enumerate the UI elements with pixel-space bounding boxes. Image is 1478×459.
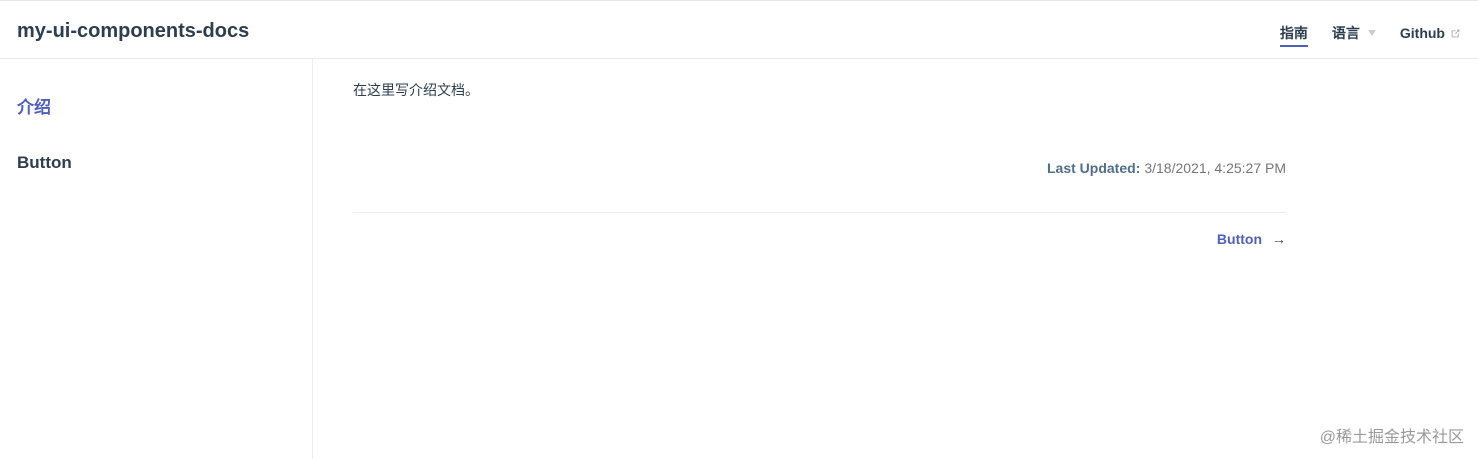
nav-language-dropdown[interactable]: 语言 (1332, 21, 1376, 45)
arrow-right-icon: → (1272, 231, 1286, 247)
nav-guide-label: 指南 (1279, 25, 1308, 41)
sidebar: 介绍 Button (0, 59, 313, 459)
sidebar-item-intro[interactable]: 介绍 (17, 93, 51, 118)
intro-paragraph: 在这里写介绍文档。 (353, 82, 479, 98)
sidebar-item-button[interactable]: Button (17, 153, 72, 173)
top-navbar: my-ui-components-docs 指南 语言 Github (0, 0, 1478, 59)
next-page-link[interactable]: Button → (1217, 231, 1286, 247)
last-updated: Last Updated: 3/18/2021, 4:25:27 PM (1047, 160, 1286, 176)
external-link-icon (1450, 28, 1461, 39)
divider (353, 212, 1286, 213)
nav-guide-link[interactable]: 指南 (1279, 21, 1308, 47)
next-page-label: Button (1216, 231, 1262, 247)
nav-links: 指南 语言 Github (1256, 21, 1461, 47)
last-updated-label: Last Updated: (1046, 160, 1141, 176)
last-updated-time: 3/18/2021, 4:25:27 PM (1144, 160, 1286, 176)
watermark: @稀土掘金技术社区 (1319, 429, 1464, 446)
site-title[interactable]: my-ui-components-docs (17, 18, 249, 44)
nav-github-link[interactable]: Github (1400, 21, 1461, 45)
nav-github-label: Github (1399, 25, 1445, 41)
chevron-down-icon (1367, 30, 1376, 36)
nav-language-label: 语言 (1331, 25, 1360, 41)
